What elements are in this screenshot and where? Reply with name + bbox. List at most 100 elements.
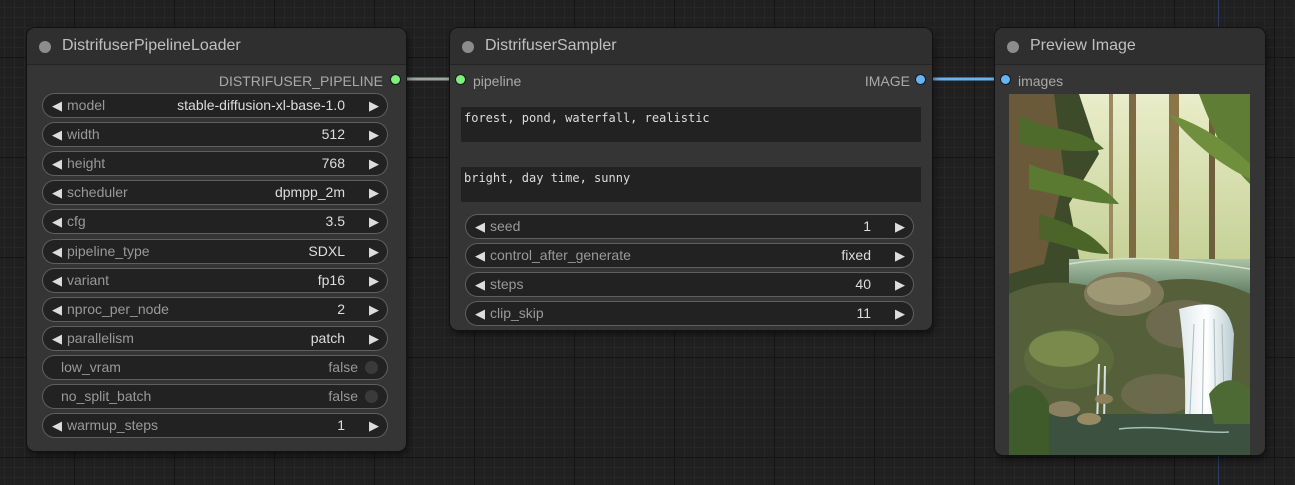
widget-pipeline-type[interactable]: ◀ pipeline_type SDXL ▶ [43, 239, 387, 263]
widget-value: 768 [321, 155, 345, 172]
widget-clip-skip[interactable]: ◀ clip_skip 11 ▶ [466, 302, 913, 325]
node-title-bar[interactable]: Preview Image [995, 28, 1265, 65]
widget-label: no_split_batch [61, 388, 152, 404]
toggle-knob-icon[interactable] [365, 360, 378, 374]
widget-label: steps [490, 276, 524, 292]
widget-low-vram[interactable]: low_vram false [43, 355, 387, 379]
increment-arrow-icon[interactable]: ▶ [369, 181, 379, 204]
widget-value: 40 [855, 276, 871, 292]
decrement-arrow-icon[interactable]: ◀ [52, 181, 62, 204]
increment-arrow-icon[interactable]: ▶ [369, 152, 379, 175]
widget-value: 512 [321, 126, 345, 143]
widget-width[interactable]: ◀ width 512 ▶ [43, 123, 387, 147]
widget-seed[interactable]: ◀ seed 1 ▶ [466, 215, 913, 238]
widget-label: scheduler [67, 184, 128, 201]
decrement-arrow-icon[interactable]: ◀ [52, 414, 62, 437]
increment-arrow-icon[interactable]: ▶ [369, 327, 379, 350]
increment-arrow-icon[interactable]: ▶ [369, 94, 379, 117]
decrement-arrow-icon[interactable]: ◀ [475, 302, 485, 325]
increment-arrow-icon[interactable]: ▶ [369, 210, 379, 233]
increment-arrow-icon[interactable]: ▶ [369, 123, 379, 146]
preview-image-node[interactable]: Preview Image images [995, 28, 1265, 455]
widget-variant[interactable]: ◀ variant fp16 ▶ [43, 268, 387, 292]
decrement-arrow-icon[interactable]: ◀ [475, 215, 485, 238]
distrifuser-pipeline-loader-node[interactable]: DistrifuserPipelineLoader DISTRIFUSER_PI… [27, 28, 406, 451]
widget-value: 1 [337, 417, 345, 434]
decrement-arrow-icon[interactable]: ◀ [52, 210, 62, 233]
input-label-pipeline: pipeline [473, 73, 522, 89]
increment-arrow-icon[interactable]: ▶ [369, 240, 379, 263]
increment-arrow-icon[interactable]: ▶ [369, 298, 379, 321]
increment-arrow-icon[interactable]: ▶ [895, 273, 905, 296]
widget-warmup-steps[interactable]: ◀ warmup_steps 1 ▶ [43, 414, 387, 438]
widget-label: control_after_generate [490, 247, 631, 263]
widget-value: patch [310, 329, 345, 346]
input-slot-images-icon[interactable] [1001, 75, 1010, 84]
output-label-distrifuser-pipeline: DISTRIFUSER_PIPELINE [218, 73, 383, 89]
widget-value: 2 [337, 300, 345, 317]
node-title-bar[interactable]: DistrifuserSampler [450, 28, 932, 65]
widget-control-after-generate[interactable]: ◀ control_after_generate fixed ▶ [466, 244, 913, 267]
widget-value: false [328, 388, 358, 404]
node-collapse-dot-icon[interactable] [462, 41, 474, 53]
widget-value: SDXL [308, 242, 345, 259]
negative-prompt-textarea[interactable]: bright, day time, sunny [461, 167, 921, 202]
widget-value: 3.5 [325, 213, 345, 230]
widget-cfg[interactable]: ◀ cfg 3.5 ▶ [43, 210, 387, 234]
widget-model[interactable]: ◀ model stable-diffusion-xl-base-1.0 ▶ [43, 94, 387, 117]
widget-label: nproc_per_node [67, 300, 169, 317]
node-collapse-dot-icon[interactable] [1007, 41, 1019, 53]
node-title: Preview Image [1030, 37, 1136, 54]
increment-arrow-icon[interactable]: ▶ [369, 269, 379, 292]
widget-value: 11 [856, 305, 871, 321]
preview-image[interactable] [1009, 94, 1250, 455]
decrement-arrow-icon[interactable]: ◀ [52, 269, 62, 292]
widget-value: fixed [841, 247, 871, 263]
widget-steps[interactable]: ◀ steps 40 ▶ [466, 273, 913, 296]
widget-parallelism[interactable]: ◀ parallelism patch ▶ [43, 326, 387, 350]
widget-label: width [67, 126, 100, 143]
positive-prompt-textarea[interactable]: forest, pond, waterfall, realistic [461, 107, 921, 142]
distrifuser-sampler-node[interactable]: DistrifuserSampler pipeline IMAGE forest… [450, 28, 932, 330]
widget-value: fp16 [317, 271, 345, 288]
widget-value: 1 [863, 218, 871, 234]
output-slot-pipeline-icon[interactable] [391, 75, 400, 84]
input-label-images: images [1018, 73, 1064, 89]
widget-label: warmup_steps [67, 417, 159, 434]
node-title: DistrifuserSampler [485, 37, 617, 54]
widget-label: clip_skip [490, 305, 544, 321]
decrement-arrow-icon[interactable]: ◀ [52, 327, 62, 350]
widget-label: height [67, 155, 106, 172]
output-label-image: IMAGE [864, 73, 910, 89]
widget-label: variant [67, 271, 110, 288]
node-title: DistrifuserPipelineLoader [62, 37, 241, 54]
increment-arrow-icon[interactable]: ▶ [895, 302, 905, 325]
increment-arrow-icon[interactable]: ▶ [895, 244, 905, 267]
node-collapse-dot-icon[interactable] [39, 41, 51, 53]
widget-scheduler[interactable]: ◀ scheduler dpmpp_2m ▶ [43, 181, 387, 205]
input-slot-pipeline-icon[interactable] [456, 75, 465, 84]
decrement-arrow-icon[interactable]: ◀ [52, 152, 62, 175]
decrement-arrow-icon[interactable]: ◀ [475, 273, 485, 296]
output-slot-image-icon[interactable] [916, 75, 925, 84]
widget-height[interactable]: ◀ height 768 ▶ [43, 152, 387, 176]
increment-arrow-icon[interactable]: ▶ [895, 215, 905, 238]
widget-label: seed [490, 218, 521, 234]
widget-no-split-batch[interactable]: no_split_batch false [43, 385, 387, 408]
widget-value: false [328, 358, 358, 375]
decrement-arrow-icon[interactable]: ◀ [475, 244, 485, 267]
forest-waterfall-image [1009, 94, 1250, 455]
decrement-arrow-icon[interactable]: ◀ [52, 240, 62, 263]
toggle-knob-icon[interactable] [365, 390, 378, 403]
widget-label: cfg [67, 213, 86, 230]
decrement-arrow-icon[interactable]: ◀ [52, 123, 62, 146]
decrement-arrow-icon[interactable]: ◀ [52, 94, 62, 117]
widget-label: pipeline_type [67, 242, 150, 259]
widget-label: low_vram [61, 358, 121, 375]
widget-label: parallelism [67, 329, 134, 346]
node-title-bar[interactable]: DistrifuserPipelineLoader [27, 28, 406, 65]
decrement-arrow-icon[interactable]: ◀ [52, 298, 62, 321]
widget-value: stable-diffusion-xl-base-1.0 [177, 97, 345, 113]
widget-nproc-per-node[interactable]: ◀ nproc_per_node 2 ▶ [43, 297, 387, 321]
increment-arrow-icon[interactable]: ▶ [369, 414, 379, 437]
